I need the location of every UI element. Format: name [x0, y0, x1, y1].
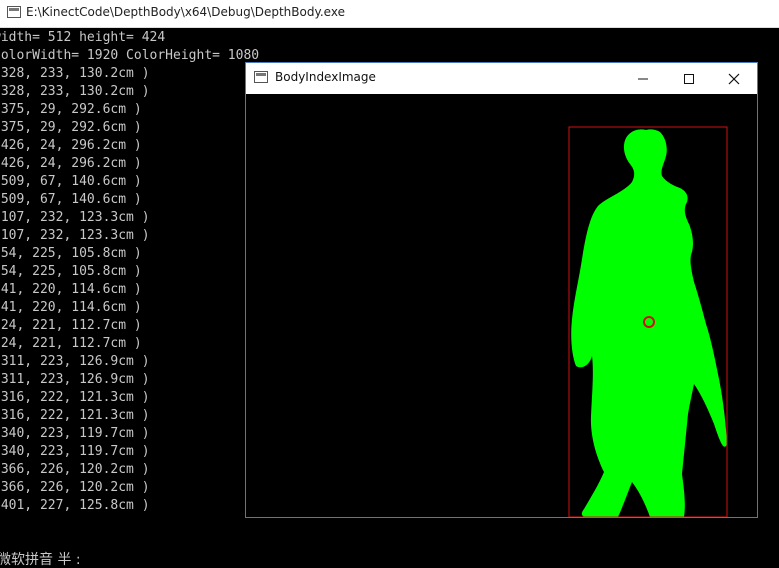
- body-index-title-bar[interactable]: BodyIndexImage: [246, 63, 757, 94]
- console-window-icon: [7, 6, 21, 18]
- console-title-bar[interactable]: E:\KinectCode\DepthBody\x64\Debug\DepthB…: [0, 0, 779, 28]
- console-line: width= 512 height= 424: [0, 30, 166, 45]
- close-button[interactable]: [711, 63, 757, 94]
- minimize-button[interactable]: [620, 63, 666, 94]
- window-icon: [254, 71, 268, 83]
- body-index-window[interactable]: BodyIndexImage: [245, 62, 758, 518]
- maximize-icon: [684, 73, 694, 84]
- ime-status-text: 微软拼音 半 :: [0, 552, 81, 568]
- body-index-image: [246, 94, 757, 517]
- console-title: E:\KinectCode\DepthBody\x64\Debug\DepthB…: [26, 5, 345, 19]
- body-index-title: BodyIndexImage: [275, 70, 376, 84]
- close-icon: [728, 73, 740, 84]
- body-index-canvas: [246, 94, 757, 517]
- minimize-icon: [638, 78, 648, 79]
- maximize-button[interactable]: [666, 63, 712, 94]
